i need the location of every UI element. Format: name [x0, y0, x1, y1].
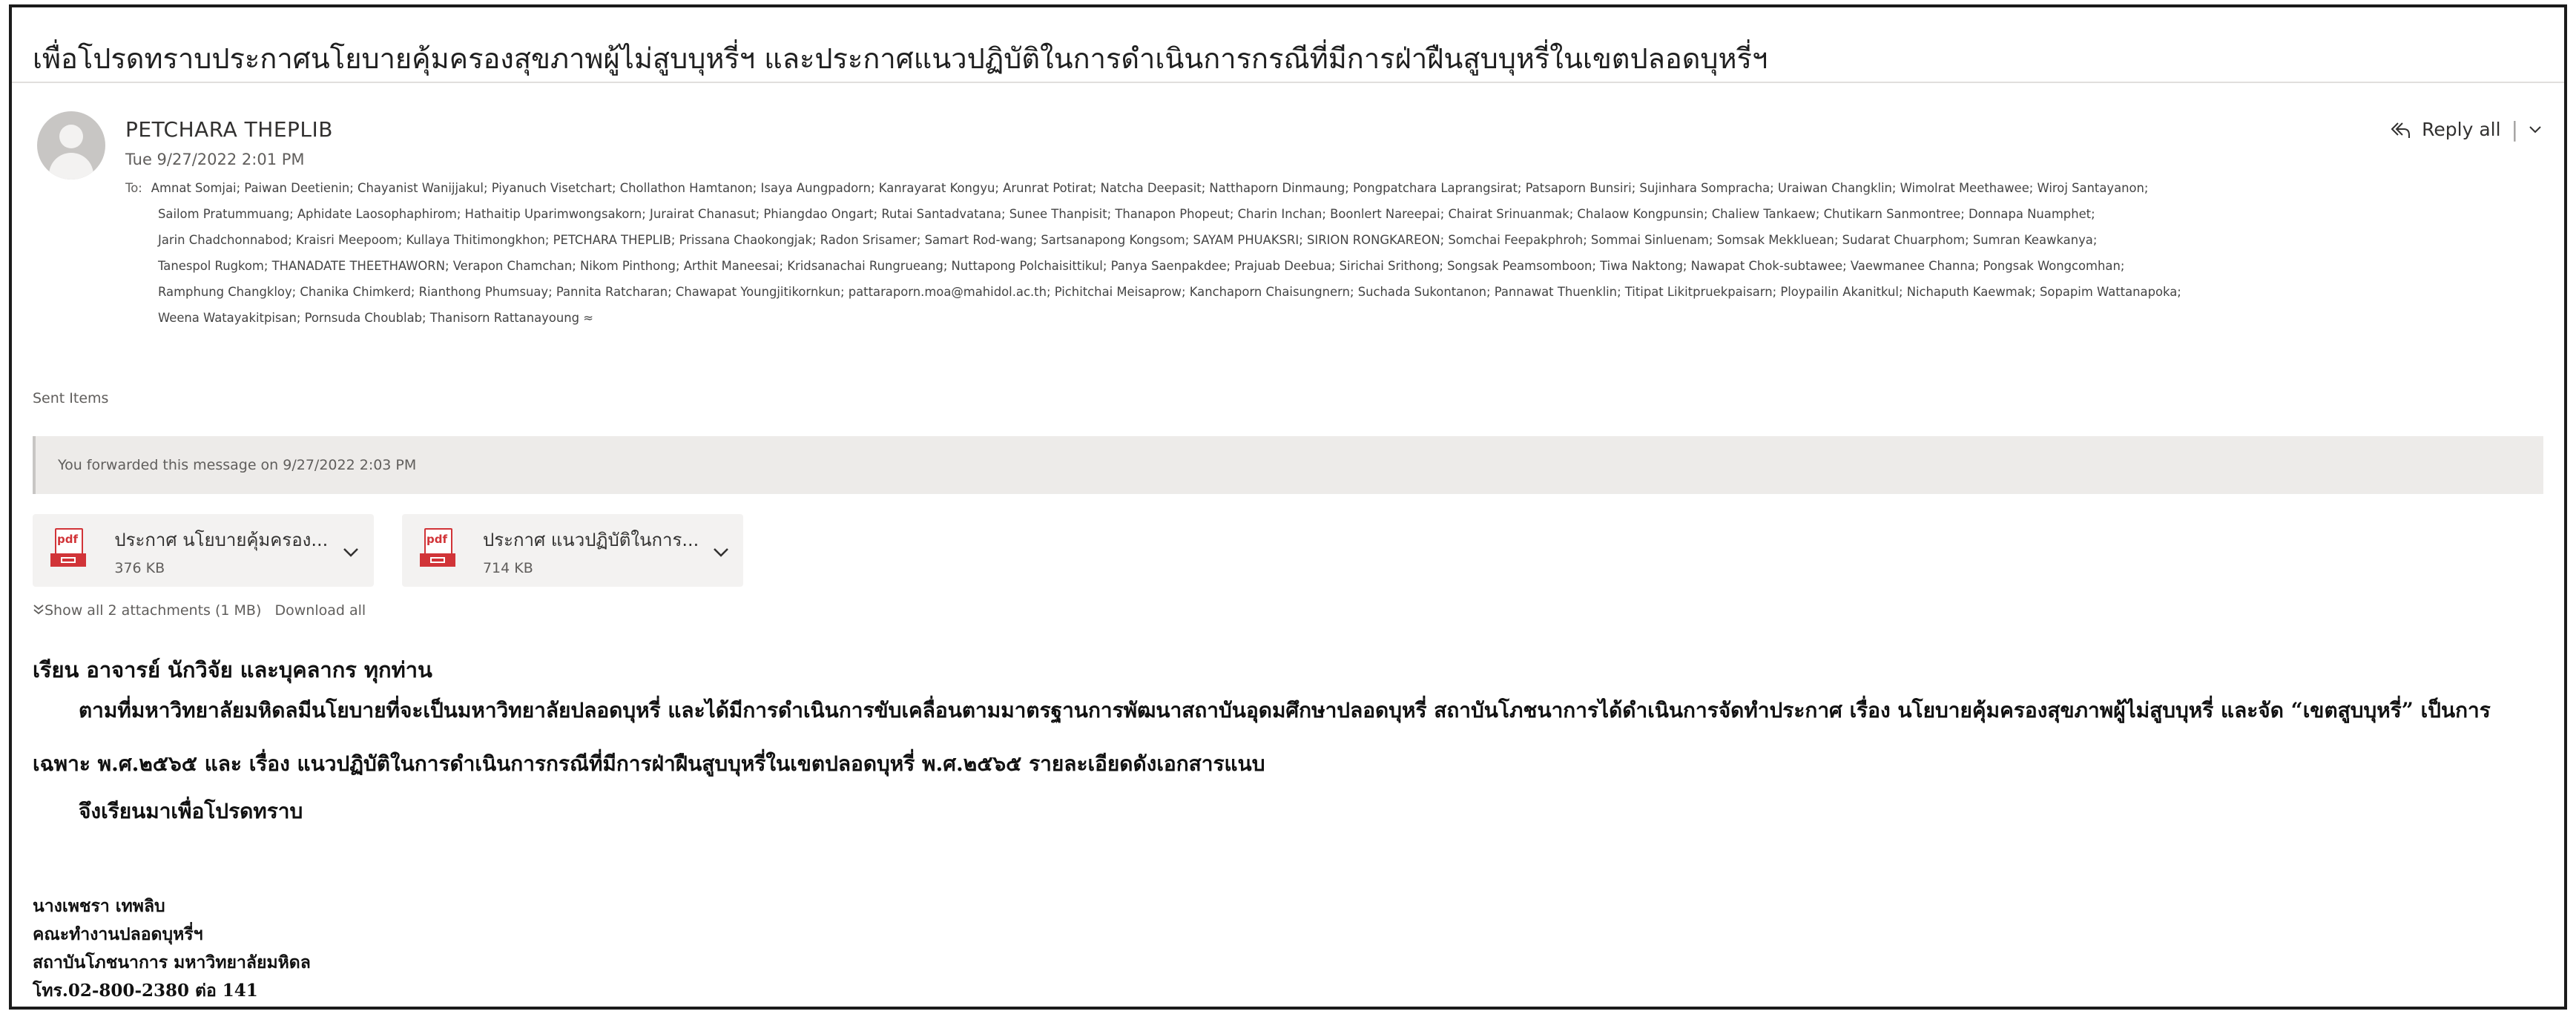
avatar-body-shape [49, 153, 93, 180]
recipient-names[interactable]: Tanespol Rugkom; THANADATE THEETHAWORN; … [158, 259, 2124, 273]
signature-team: คณะทำงานปลอดบุหรี่ฯ [33, 924, 203, 944]
show-all-label: Show all 2 attachments (1 MB) [45, 602, 262, 619]
attachment-card[interactable]: pdf ประกาศ นโยบายคุ้มครอง... 376 KB [33, 514, 374, 587]
pdf-file-icon: pdf [420, 528, 455, 573]
recipient-names[interactable]: Jarin Chadchonnabod; Kraisri Meepoom; Ku… [158, 233, 2097, 247]
recipient-names[interactable]: Sailom Pratummuang; Aphidate Laosophaphi… [158, 207, 2095, 221]
email-subject: เพื่อโปรดทราบประกาศนโยบายคุ้มครองสุขภาพผ… [33, 42, 1768, 75]
pdf-icon-label: pdf [57, 533, 79, 546]
sent-date: Tue 9/27/2022 2:01 PM [125, 151, 305, 168]
attachment-size: 376 KB [114, 559, 165, 576]
attachment-menu-button[interactable] [699, 539, 743, 563]
recipient-names[interactable]: Amnat Somjai; Paiwan Deetienin; Chayanis… [151, 181, 2149, 195]
pdf-icon-label: pdf [426, 533, 448, 546]
recipient-names[interactable]: Weena Watayakitpisan; Pornsuda Choublab;… [158, 311, 579, 325]
signature-block: นางเพชรา เทพลิบ คณะทำงานปลอดบุหรี่ฯ สถาบ… [33, 892, 311, 1005]
avatar-head-shape [59, 125, 83, 148]
to-label: To: [125, 181, 142, 195]
attachment-name: ประกาศ แนวปฏิบัติในการ... [482, 529, 699, 550]
recipient-line: Jarin Chadchonnabod; Kraisri Meepoom; Ku… [125, 227, 2529, 253]
pdf-icon-band [420, 553, 455, 567]
email-reading-pane: เพื่อโปรดทราบประกาศนโยบายคุ้มครองสุขภาพผ… [9, 4, 2567, 1010]
signature-name: นางเพชรา เทพลิบ [33, 896, 165, 916]
download-all-link[interactable]: Download all [274, 602, 366, 619]
pdf-file-icon: pdf [50, 528, 86, 573]
recipient-line: Ramphung Changkloy; Chanika Chimkerd; Ri… [125, 279, 2529, 305]
forward-notice-bar: You forwarded this message on 9/27/2022 … [33, 436, 2543, 494]
pdf-icon-band [50, 553, 86, 567]
recipient-names[interactable]: Ramphung Changkloy; Chanika Chimkerd; Ri… [158, 285, 2181, 299]
reply-all-label: Reply all [2422, 119, 2501, 140]
avatar[interactable] [37, 111, 105, 180]
reply-all-button[interactable]: Reply all | [2389, 117, 2542, 142]
chevron-down-icon [343, 547, 358, 557]
separator: | [2511, 117, 2518, 142]
recipient-line: To: Amnat Somjai; Paiwan Deetienin; Chaya… [125, 175, 2529, 201]
folder-label: Sent Items [33, 390, 109, 406]
attachment-actions: Show all 2 attachments (1 MB) Download a… [33, 602, 366, 619]
greeting: เรียน อาจารย์ นักวิจัย และบุคลากร ทุกท่า… [33, 657, 432, 682]
attachment-size: 714 KB [482, 559, 533, 576]
chevron-down-icon[interactable] [2529, 125, 2542, 134]
attachment-name: ประกาศ นโยบายคุ้มครอง... [114, 529, 329, 550]
recipient-line: Tanespol Rugkom; THANADATE THEETHAWORN; … [125, 253, 2529, 279]
signature-institute: สถาบันโภชนาการ มหาวิทยาลัยมหิดล [33, 952, 311, 972]
reply-all-icon [2391, 122, 2411, 138]
sender-name[interactable]: PETCHARA THEPLIB [125, 117, 333, 142]
recipients-list: To: Amnat Somjai; Paiwan Deetienin; Chaya… [125, 175, 2529, 331]
double-chevron-down-icon [33, 605, 44, 615]
recipient-line: Weena Watayakitpisan; Pornsuda Choublab;… [125, 305, 2529, 331]
closing-line: จึงเรียนมาเพื่อโปรดทราบ [79, 799, 303, 823]
attachment-card[interactable]: pdf ประกาศ แนวปฏิบัติในการ... 714 KB [402, 514, 743, 587]
divider [12, 82, 2564, 83]
body-paragraph: ตามที่มหาวิทยาลัยมหิดลมีนโยบายที่จะเป็นม… [79, 698, 2491, 722]
show-all-attachments-link[interactable]: Show all 2 attachments (1 MB) [33, 602, 261, 619]
attachment-menu-button[interactable] [328, 539, 374, 563]
body-paragraph-continued: เฉพาะ พ.ศ.๒๕๖๕ และ เรื่อง แนวปฏิบัติในกา… [33, 751, 1265, 776]
forward-notice-text: You forwarded this message on 9/27/2022 … [58, 457, 417, 473]
chevron-down-icon [714, 547, 729, 557]
recipient-line: Sailom Pratummuang; Aphidate Laosophaphi… [125, 201, 2529, 227]
collapse-recipients-icon[interactable]: ≈ [583, 311, 593, 325]
signature-phone: โทร.02-800-2380 ต่อ 141 [33, 981, 258, 1001]
